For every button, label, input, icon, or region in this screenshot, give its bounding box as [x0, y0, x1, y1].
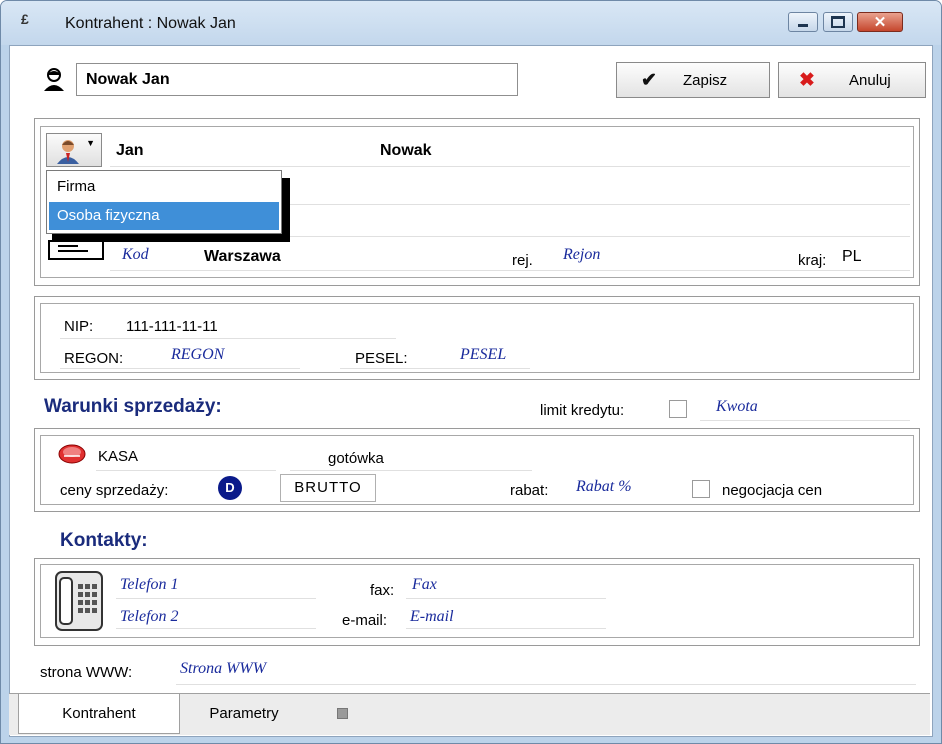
www-label: strona WWW: [40, 664, 133, 681]
price-mode-field[interactable]: BRUTTO [280, 474, 376, 502]
cancel-button[interactable]: ✖ Anuluj [778, 62, 926, 98]
maximize-button[interactable] [823, 12, 853, 32]
cancel-label: Anuluj [849, 72, 891, 89]
phone2-field[interactable]: Telefon 2 [120, 608, 179, 626]
email-field[interactable]: E-mail [410, 608, 454, 626]
discount-field[interactable]: Rabat % [576, 478, 632, 496]
region-label: rej. [512, 252, 533, 269]
contractor-name-field[interactable]: Nowak Jan [76, 63, 518, 96]
country-label: kraj: [798, 252, 827, 269]
www-field[interactable]: Strona WWW [180, 660, 266, 678]
save-label: Zapisz [683, 72, 728, 89]
dropdown-caret-icon: ▼ [86, 138, 95, 148]
nip-field[interactable]: 111-111-11-11 [126, 318, 218, 335]
fax-label: fax: [370, 582, 395, 599]
postal-code-field[interactable]: Kod [122, 246, 149, 264]
contractor-type-button[interactable]: ▼ [46, 133, 102, 167]
price-negotiation-checkbox[interactable] [692, 480, 710, 498]
tab-kontrahent[interactable]: Kontrahent [18, 694, 180, 734]
contacts-section-title: Kontakty: [60, 530, 148, 551]
cash-register-icon [58, 444, 86, 464]
minimize-button[interactable] [788, 12, 818, 32]
close-icon: ✕ [873, 14, 887, 31]
price-mode-badge[interactable]: D [218, 476, 242, 500]
app-icon: £ [21, 11, 29, 27]
credit-amount-field[interactable]: Kwota [716, 398, 758, 416]
document-icon [48, 240, 104, 260]
tab-bar: Kontrahent Parametry [9, 693, 930, 735]
payment-method-field[interactable]: KASA [98, 448, 138, 465]
menu-item-osoba-fizyczna[interactable]: Osoba fizyczna [49, 202, 279, 230]
phone1-field[interactable]: Telefon 1 [120, 576, 179, 594]
email-label: e-mail: [342, 612, 388, 629]
city-field[interactable]: Warszawa [204, 248, 281, 266]
tab-parametry[interactable]: Parametry [189, 694, 299, 734]
country-field[interactable]: PL [842, 248, 862, 266]
nip-label: NIP: [64, 318, 94, 335]
last-name[interactable]: Nowak [380, 142, 432, 160]
cancel-x-icon: ✖ [799, 70, 815, 91]
tab-square-icon[interactable] [337, 708, 348, 719]
contractor-type-menu: Firma Osoba fizyczna [46, 170, 282, 234]
regon-label: REGON: [64, 350, 124, 367]
maximize-icon [831, 16, 845, 28]
phone-icon [55, 571, 103, 631]
minimize-icon [798, 23, 808, 27]
title-bar[interactable]: £ Kontrahent : Nowak Jan ✕ [1, 1, 941, 45]
fax-field[interactable]: Fax [412, 576, 437, 594]
person-icon [44, 68, 64, 91]
save-button[interactable]: ✔ Zapisz [616, 62, 770, 98]
region-field[interactable]: Rejon [563, 246, 600, 264]
person-avatar-icon [57, 140, 79, 164]
check-icon: ✔ [641, 70, 657, 91]
regon-field[interactable]: REGON [171, 346, 224, 364]
sale-prices-label: ceny sprzedaży: [60, 482, 169, 499]
menu-item-firma[interactable]: Firma [49, 173, 279, 201]
pesel-label: PESEL: [355, 350, 408, 367]
first-name[interactable]: Jan [116, 142, 144, 160]
window-title: Kontrahent : Nowak Jan [65, 15, 236, 32]
sales-section-title: Warunki sprzedaży: [44, 396, 222, 417]
pesel-field[interactable]: PESEL [460, 346, 506, 364]
discount-label: rabat: [510, 482, 549, 499]
close-button[interactable]: ✕ [857, 12, 903, 32]
credit-limit-label: limit kredytu: [540, 402, 625, 419]
credit-limit-checkbox[interactable] [669, 400, 687, 418]
payment-type-field[interactable]: gotówka [328, 450, 384, 467]
price-negotiation-label: negocjacja cen [722, 482, 823, 499]
